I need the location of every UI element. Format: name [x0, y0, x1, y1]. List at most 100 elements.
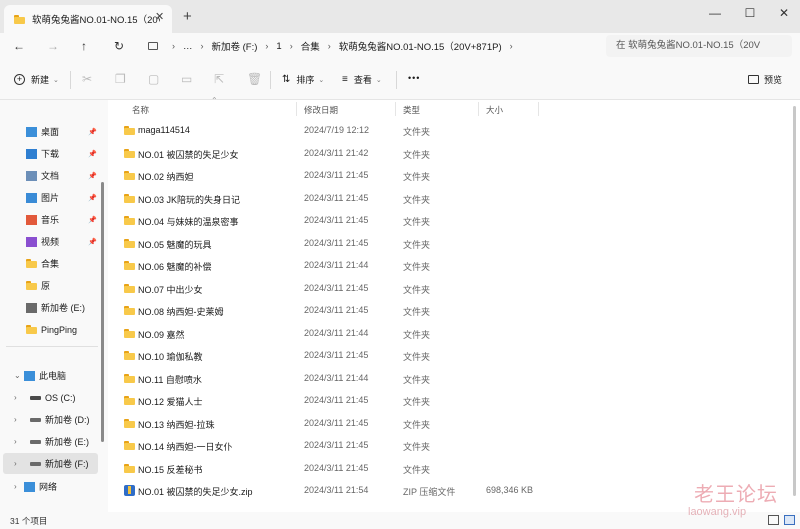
- column-header-name[interactable]: 名称: [132, 104, 149, 116]
- folder-icon: [124, 373, 135, 383]
- sidebar-item[interactable]: 下载 📌: [0, 143, 104, 164]
- file-row[interactable]: NO.15 反差秘书 2024/3/11 21:45 文件夹: [108, 458, 792, 480]
- sort-icon: ⇅: [282, 74, 291, 85]
- cut-icon[interactable]: ✂: [82, 72, 92, 86]
- file-row[interactable]: NO.06 魅魔的补偿 2024/3/11 21:44 文件夹: [108, 255, 792, 277]
- divider: [70, 71, 71, 89]
- folder-icon: [124, 463, 135, 473]
- sidebar-item[interactable]: 图片 📌: [0, 187, 104, 208]
- breadcrumb-current[interactable]: 软萌兔兔酱NO.01-NO.15（20V+871P): [339, 39, 502, 53]
- file-name: NO.01 被囚禁的失足少女.zip: [138, 487, 253, 497]
- chevron-down-icon[interactable]: ⌄: [14, 371, 21, 380]
- file-row[interactable]: NO.07 中出少女 2024/3/11 21:45 文件夹: [108, 278, 792, 300]
- watermark-url: laowang.vip: [688, 506, 747, 518]
- file-name: NO.13 纳西妲-拉珠: [138, 419, 215, 430]
- forward-button[interactable]: →: [47, 39, 59, 53]
- file-date: 2024/7/19 12:12: [304, 125, 370, 135]
- tab-current-folder[interactable]: 软萌兔兔酱NO.01-NO.15（20V: [4, 5, 172, 33]
- file-row[interactable]: NO.09 嘉然 2024/3/11 21:44 文件夹: [108, 323, 792, 345]
- sidebar-item[interactable]: 视频 📌: [0, 231, 104, 252]
- chevron-right-icon[interactable]: ›: [14, 482, 17, 491]
- file-type: 文件夹: [403, 262, 431, 272]
- column-divider[interactable]: [296, 102, 297, 116]
- column-header-size[interactable]: 大小: [486, 104, 503, 116]
- sidebar-tree-item[interactable]: › 新加卷 (E:): [0, 431, 104, 452]
- file-row[interactable]: NO.05 魅魔的玩具 2024/3/11 21:45 文件夹: [108, 233, 792, 255]
- document-icon: [26, 170, 37, 181]
- sidebar-item[interactable]: 合集: [0, 253, 104, 274]
- breadcrumb-more[interactable]: …: [183, 41, 193, 52]
- copy-icon[interactable]: ❐: [115, 72, 126, 86]
- new-tab-button[interactable]: +: [183, 9, 192, 24]
- file-row[interactable]: NO.04 与妹妹的温泉密事 2024/3/11 21:45 文件夹: [108, 210, 792, 232]
- sort-button[interactable]: ⇅ 排序 ⌄: [282, 73, 324, 86]
- file-row[interactable]: NO.12 爱猫人士 2024/3/11 21:45 文件夹: [108, 390, 792, 412]
- file-name: NO.10 瑜伽私教: [138, 352, 203, 362]
- file-row[interactable]: NO.08 纳西妲-史莱姆 2024/3/11 21:45 文件夹: [108, 300, 792, 322]
- file-date: 2024/3/11 21:45: [304, 170, 369, 180]
- breadcrumb-drive[interactable]: 新加卷 (F:): [212, 39, 258, 53]
- file-row[interactable]: NO.03 JK陪玩的失身日记 2024/3/11 21:45 文件夹: [108, 188, 792, 210]
- column-divider[interactable]: [395, 102, 396, 116]
- chevron-right-icon[interactable]: ›: [14, 437, 17, 446]
- sidebar-item[interactable]: 文档 📌: [0, 165, 104, 186]
- sidebar-item-label: 音乐: [41, 215, 60, 225]
- sidebar-item[interactable]: 桌面 📌: [0, 121, 104, 142]
- maximize-button[interactable]: ☐: [740, 6, 760, 20]
- up-button[interactable]: ↑: [81, 39, 87, 53]
- column-divider[interactable]: [478, 102, 479, 116]
- sidebar-tree-item[interactable]: ⌄ 此电脑: [0, 365, 104, 386]
- pc-icon: [24, 370, 35, 381]
- sidebar-item[interactable]: 原: [0, 275, 104, 296]
- breadcrumb-collection[interactable]: 合集: [301, 39, 320, 53]
- sidebar-scrollbar[interactable]: [101, 182, 104, 442]
- file-name: NO.07 中出少女: [138, 284, 203, 295]
- file-name: NO.01 被囚禁的失足少女: [138, 149, 239, 160]
- paste-icon[interactable]: ▢: [148, 72, 159, 86]
- rename-icon[interactable]: ▭: [181, 72, 192, 86]
- sidebar-tree-item[interactable]: › OS (C:): [0, 387, 104, 408]
- file-row[interactable]: NO.01 被囚禁的失足少女 2024/3/11 21:42 文件夹: [108, 143, 792, 165]
- file-row[interactable]: NO.13 纳西妲-拉珠 2024/3/11 21:45 文件夹: [108, 413, 792, 435]
- file-row[interactable]: NO.10 瑜伽私教 2024/3/11 21:45 文件夹: [108, 345, 792, 367]
- chevron-down-icon: ⌄: [375, 76, 382, 84]
- column-divider[interactable]: [538, 102, 539, 116]
- search-input[interactable]: 在 软萌兔兔酱NO.01-NO.15（20V: [606, 35, 792, 57]
- sidebar-item-label: 桌面: [41, 127, 60, 137]
- file-row[interactable]: NO.14 纳西妲-一日女仆 2024/3/11 21:45 文件夹: [108, 435, 792, 457]
- file-type: 文件夹: [403, 352, 431, 362]
- delete-icon[interactable]: 🗑: [247, 72, 262, 86]
- folder-icon: [14, 14, 25, 24]
- sidebar-item[interactable]: 音乐 📌: [0, 209, 104, 230]
- file-row[interactable]: NO.11 自慰喷水 2024/3/11 21:44 文件夹: [108, 368, 792, 390]
- sidebar-item[interactable]: PingPing: [0, 319, 104, 340]
- sidebar-item[interactable]: 新加卷 (E:): [0, 297, 104, 318]
- chevron-right-icon[interactable]: ›: [14, 393, 17, 402]
- tab-close-icon[interactable]: ✕: [155, 10, 164, 23]
- new-button[interactable]: + 新建 ⌄: [14, 73, 59, 86]
- chevron-right-icon[interactable]: ›: [14, 459, 17, 468]
- chevron-right-icon[interactable]: ›: [14, 415, 17, 424]
- back-button[interactable]: ←: [13, 39, 25, 53]
- close-window-button[interactable]: ✕: [774, 6, 794, 20]
- pin-icon: 📌: [88, 128, 97, 136]
- more-options-button[interactable]: •••: [408, 73, 420, 83]
- list-scrollbar[interactable]: [793, 106, 796, 496]
- file-date: 2024/3/11 21:45: [304, 417, 369, 428]
- file-type: 文件夹: [403, 374, 431, 385]
- folder-icon: [124, 238, 135, 248]
- sidebar-tree-item[interactable]: › 网络: [0, 476, 104, 497]
- file-row[interactable]: NO.02 纳西妲 2024/3/11 21:45 文件夹: [108, 165, 792, 187]
- share-icon[interactable]: ⇱: [214, 72, 224, 86]
- column-header-date[interactable]: 修改日期: [304, 104, 338, 116]
- column-header-type[interactable]: 类型: [403, 104, 420, 116]
- preview-button[interactable]: 预览: [748, 73, 782, 86]
- address-bar[interactable]: › … › 新加卷 (F:) › 1 › 合集 › 软萌兔兔酱NO.01-NO.…: [140, 35, 598, 57]
- sidebar-tree-item[interactable]: › 新加卷 (D:): [0, 409, 104, 430]
- refresh-button[interactable]: ↻: [114, 39, 124, 53]
- view-button[interactable]: ≡ 查看 ⌄: [342, 73, 382, 86]
- file-row[interactable]: maga114514 2024/7/19 12:12 文件夹: [108, 120, 792, 142]
- sidebar-tree-item[interactable]: › 新加卷 (F:): [3, 453, 98, 474]
- minimize-button[interactable]: —: [705, 6, 725, 20]
- breadcrumb-folder-1[interactable]: 1: [276, 41, 281, 52]
